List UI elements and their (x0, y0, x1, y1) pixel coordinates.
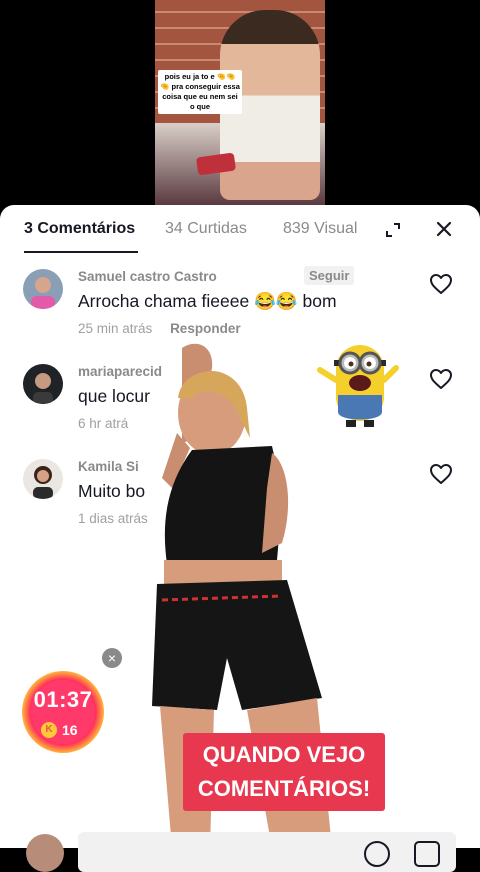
minion-sticker (317, 345, 399, 427)
emoji-icon[interactable] (414, 841, 440, 867)
tab-comments[interactable]: 3 Comentários (24, 220, 135, 238)
avatar[interactable] (23, 459, 63, 499)
heart-icon[interactable] (429, 273, 453, 295)
avatar[interactable] (23, 269, 63, 309)
follow-button[interactable]: Seguir (304, 266, 355, 285)
comment-meta: 25 min atrás Responder (78, 321, 241, 336)
reply-button[interactable]: Responder (170, 321, 241, 336)
tab-bar: 3 Comentários 34 Curtidas 839 Visual (0, 205, 480, 255)
comment-username[interactable]: Samuel castro Castro Seguir (78, 266, 355, 285)
heart-icon[interactable] (429, 463, 453, 485)
comment-input-bar (0, 828, 480, 872)
comment-text: Arrocha chama fieeee 😂😂 bom (78, 291, 337, 311)
expand-icon[interactable] (384, 221, 402, 239)
caption-line-1: QUANDO VEJO (202, 742, 366, 767)
comment-meta: 6 hr atrá (78, 416, 128, 431)
coin-count: 16 (62, 722, 78, 738)
close-icon[interactable] (434, 219, 454, 239)
reward-timer[interactable]: 01:37 K 16 (22, 671, 104, 753)
mention-icon[interactable] (364, 841, 390, 867)
heart-icon[interactable] (429, 368, 453, 390)
timer-time: 01:37 (33, 687, 93, 712)
caption-line-2: COMENTÁRIOS! (197, 776, 371, 801)
video-preview[interactable]: pois eu ja to e 🤏🤏🤏 pra conseguir essa c… (155, 0, 325, 205)
current-user-avatar (26, 834, 64, 872)
tab-likes[interactable]: 34 Curtidas (165, 220, 247, 238)
tab-underline (24, 251, 138, 253)
comment-time: 6 hr atrá (78, 416, 129, 431)
video-caption: pois eu ja to e 🤏🤏🤏 pra conseguir essa c… (158, 70, 242, 114)
avatar[interactable] (23, 364, 63, 404)
coin-counter: K 16 (41, 721, 87, 739)
caption-banner: QUANDO VEJO COMENTÁRIOS! (183, 733, 385, 811)
comment-time: 25 min atrás (78, 321, 153, 336)
comment-input[interactable] (78, 832, 456, 872)
tab-views[interactable]: 839 Visual (283, 220, 357, 238)
coin-icon: K (41, 722, 57, 738)
timer-close-icon[interactable]: × (102, 648, 122, 668)
